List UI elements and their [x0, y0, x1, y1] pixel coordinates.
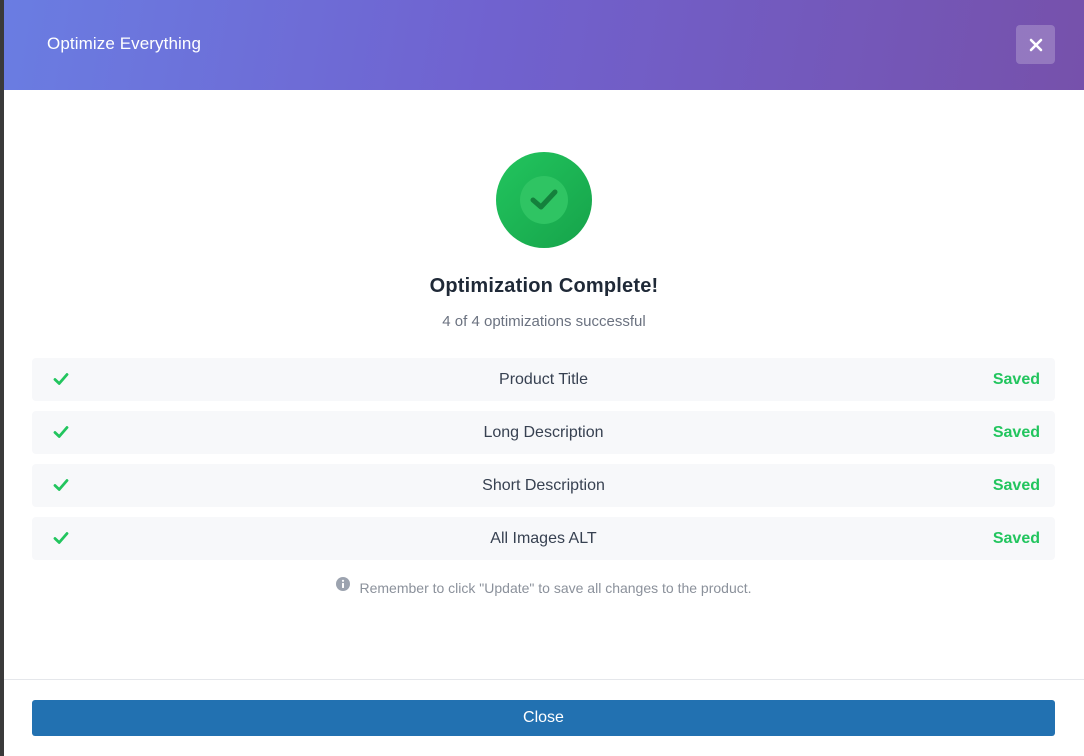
result-row-short-description: Short Description Saved — [32, 464, 1055, 507]
result-row-status: Saved — [992, 371, 1040, 388]
modal-header: Optimize Everything — [4, 0, 1084, 90]
result-row-long-description: Long Description Saved — [32, 411, 1055, 454]
optimize-modal: Optimize Everything Optimization Complet… — [4, 0, 1084, 756]
result-summary: 4 of 4 optimizations successful — [442, 313, 646, 330]
update-reminder-text: Remember to click "Update" to save all c… — [359, 580, 752, 596]
result-row-status: Saved — [992, 477, 1040, 494]
result-row-label: Short Description — [482, 477, 605, 494]
check-circle-icon — [496, 152, 592, 248]
modal-footer: Close — [4, 679, 1084, 756]
close-icon — [1029, 38, 1042, 51]
result-row-label: Long Description — [483, 424, 604, 441]
update-reminder: Remember to click "Update" to save all c… — [4, 577, 1084, 596]
result-row-label: All Images ALT — [490, 530, 597, 547]
result-row-status: Saved — [992, 424, 1040, 441]
modal-close-button[interactable] — [1016, 25, 1055, 64]
modal-title: Optimize Everything — [47, 34, 202, 53]
result-row-status: Saved — [992, 530, 1040, 547]
result-row-all-images-alt: All Images ALT Saved — [32, 517, 1055, 560]
check-mark-glyph — [530, 189, 558, 210]
results-list: Product Title Saved Long Description Sav… — [32, 358, 1055, 570]
result-row-label: Product Title — [499, 371, 588, 388]
close-button[interactable]: Close — [32, 700, 1055, 736]
result-row-product-title: Product Title Saved — [32, 358, 1055, 401]
check-circle-inner — [520, 176, 568, 224]
info-icon — [336, 577, 351, 591]
result-heading: Optimization Complete! — [429, 275, 659, 297]
